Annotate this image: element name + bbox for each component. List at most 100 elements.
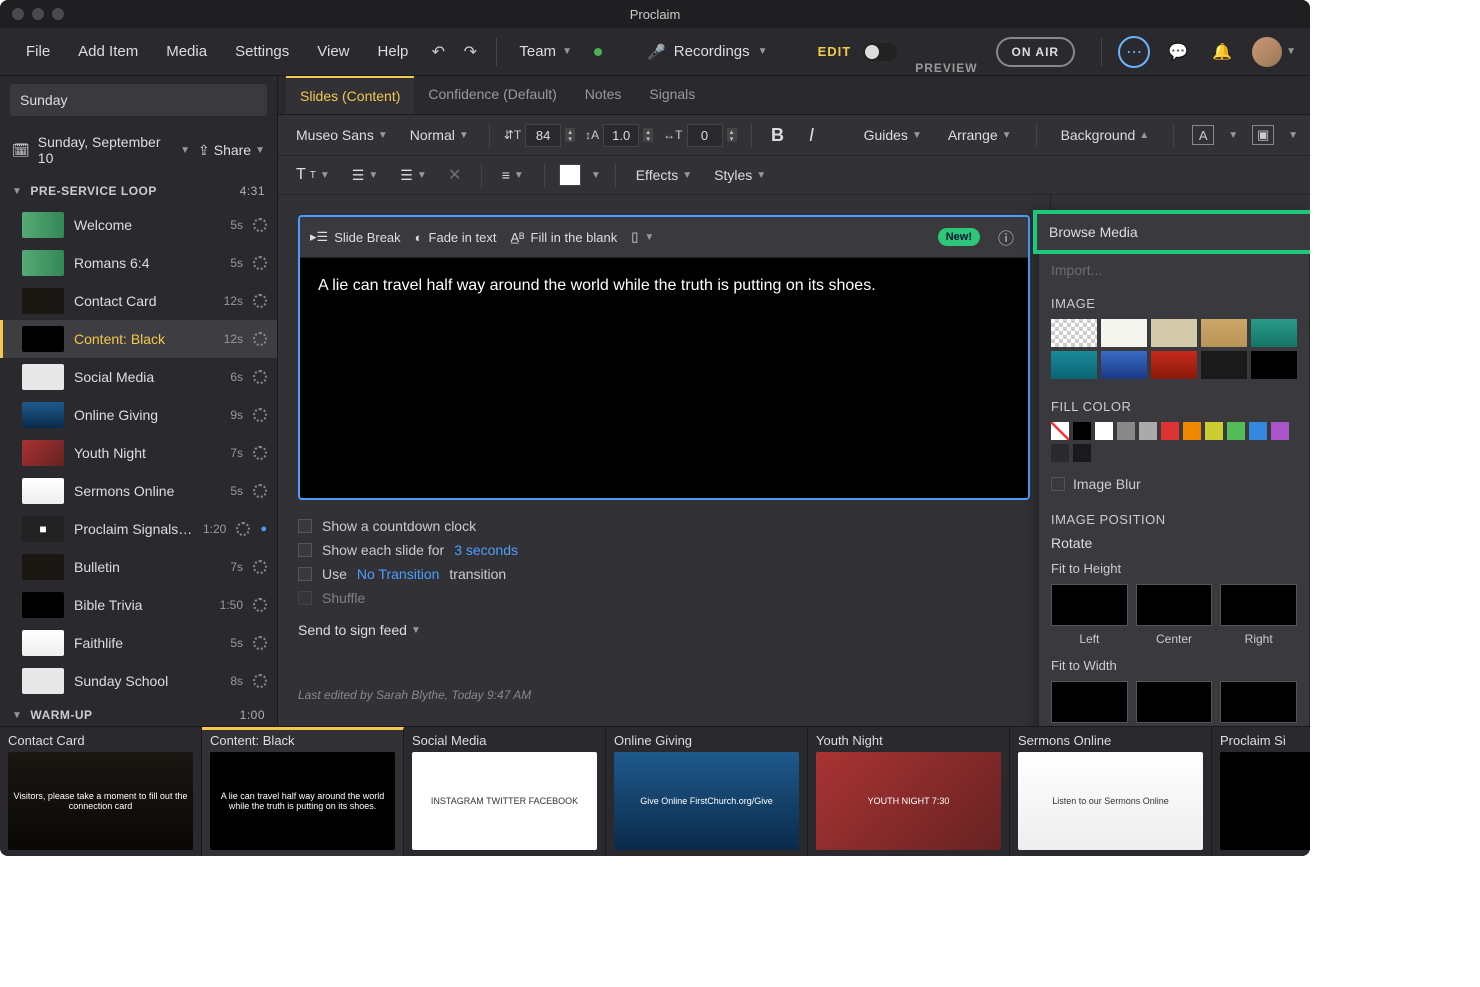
fit-width-bottom[interactable]: Bottom (1220, 681, 1297, 726)
background-dropdown[interactable]: Background ▲ (1055, 123, 1156, 147)
text-style-icon[interactable]: A (1192, 125, 1214, 145)
tracking-stepper[interactable]: ↔T▴▾ (663, 124, 736, 147)
image-swatch-teal[interactable] (1251, 319, 1297, 347)
date-label[interactable]: Sunday, September 10 (38, 134, 172, 166)
close-window-icon[interactable] (12, 8, 24, 20)
fill-blue[interactable] (1249, 422, 1267, 440)
fade-in-button[interactable]: ◐Fade in text (415, 230, 497, 245)
fill-orange[interactable] (1183, 422, 1201, 440)
bullet-list-dropdown[interactable]: ☰ ▼ (346, 163, 384, 188)
fill-green[interactable] (1227, 422, 1245, 440)
fill-dark1[interactable] (1051, 444, 1069, 462)
text-direction-button[interactable]: ▯▼ (631, 229, 654, 245)
image-swatch-black[interactable] (1251, 351, 1297, 379)
image-icon[interactable]: ▣ (1252, 125, 1274, 145)
filmstrip[interactable]: Contact CardVisitors, please take a mome… (0, 726, 1310, 856)
user-avatar[interactable] (1252, 37, 1282, 67)
transition-checkbox[interactable] (298, 567, 312, 581)
calendar-icon[interactable]: 🗓 (12, 142, 30, 159)
filmstrip-item[interactable]: Sermons OnlineListen to our Sermons Onli… (1010, 727, 1212, 856)
slide-item[interactable]: Faithlife5s (0, 624, 277, 662)
guides-dropdown[interactable]: Guides ▼ (858, 123, 928, 147)
minimize-window-icon[interactable] (32, 8, 44, 20)
slide-item[interactable]: Social Media6s (0, 358, 277, 396)
slide-list[interactable]: ▼PRE-SERVICE LOOP4:31Welcome5sRomans 6:4… (0, 176, 277, 726)
transition-link[interactable]: No Transition (357, 566, 439, 582)
fit-width-top[interactable]: Top (1051, 681, 1128, 726)
slide-item[interactable]: Romans 6:45s (0, 244, 277, 282)
import-button[interactable]: Import... (1039, 254, 1309, 286)
image-swatch-beige[interactable] (1151, 319, 1197, 347)
menu-media[interactable]: Media (154, 37, 219, 66)
fit-height-center[interactable]: Center (1136, 584, 1213, 646)
slide-item[interactable]: Online Giving9s (0, 396, 277, 434)
filmstrip-item[interactable]: Social MediaINSTAGRAM TWITTER FACEBOOK (404, 727, 606, 856)
tab-confidence[interactable]: Confidence (Default) (414, 76, 570, 114)
tab-signals[interactable]: Signals (635, 76, 709, 114)
styles-dropdown[interactable]: Styles ▼ (708, 163, 772, 187)
info-icon[interactable]: ⓘ (994, 225, 1018, 249)
fill-gray2[interactable] (1139, 422, 1157, 440)
fill-gray1[interactable] (1117, 422, 1135, 440)
menu-settings[interactable]: Settings (223, 37, 301, 66)
font-size-stepper[interactable]: ⇵T▴▾ (504, 124, 575, 147)
clear-format-icon[interactable]: ✕ (443, 163, 467, 187)
presentation-name-input[interactable] (10, 84, 267, 116)
more-icon[interactable]: ⋯ (1118, 36, 1150, 68)
image-swatch-red[interactable] (1151, 351, 1197, 379)
align-dropdown[interactable]: ≡ ▼ (496, 163, 530, 187)
editor-canvas[interactable]: A lie can travel half way around the wor… (300, 258, 1028, 498)
slide-break-button[interactable]: ▸☰Slide Break (310, 229, 401, 245)
filmstrip-item[interactable]: Proclaim Si (1212, 727, 1310, 856)
chat-icon[interactable]: 💬 (1162, 36, 1194, 68)
effects-dropdown[interactable]: Effects ▼ (630, 163, 698, 187)
italic-button[interactable]: I (800, 123, 824, 147)
browse-media-button[interactable]: Browse Media (1033, 210, 1310, 254)
slide-item[interactable]: Welcome5s (0, 206, 277, 244)
countdown-checkbox[interactable] (298, 519, 312, 533)
fit-width-center[interactable]: Center (1136, 681, 1213, 726)
fill-black[interactable] (1073, 422, 1091, 440)
seconds-link[interactable]: 3 seconds (454, 542, 518, 558)
team-dropdown[interactable]: Team ▼ (509, 37, 582, 66)
fill-dark2[interactable] (1073, 444, 1091, 462)
tab-notes[interactable]: Notes (571, 76, 636, 114)
onair-button[interactable]: ON AIR (996, 37, 1076, 67)
fill-white[interactable] (1095, 422, 1113, 440)
chevron-down-icon[interactable]: ▼ (180, 145, 190, 156)
each-slide-checkbox[interactable] (298, 543, 312, 557)
menu-view[interactable]: View (305, 37, 361, 66)
edit-preview-toggle[interactable] (863, 43, 897, 61)
indent-dropdown[interactable]: ☰ ▼ (394, 163, 432, 188)
fill-purple[interactable] (1271, 422, 1289, 440)
slide-item[interactable]: Bible Trivia1:50 (0, 586, 277, 624)
arrange-dropdown[interactable]: Arrange ▼ (942, 123, 1018, 147)
image-swatch-cyan[interactable] (1051, 351, 1097, 379)
slide-item[interactable]: Sunday School8s (0, 662, 277, 700)
section-header[interactable]: ▼PRE-SERVICE LOOP4:31 (0, 176, 277, 206)
undo-icon[interactable]: ↶ (424, 38, 452, 66)
bell-icon[interactable]: 🔔 (1206, 36, 1238, 68)
send-feed-dropdown[interactable]: Send to sign feed ▼ (298, 622, 1030, 638)
image-swatch-parchment[interactable] (1201, 319, 1247, 347)
slide-item[interactable]: Youth Night7s (0, 434, 277, 472)
fit-height-left[interactable]: Left (1051, 584, 1128, 646)
slide-item[interactable]: Content: Black12s (0, 320, 277, 358)
maximize-window-icon[interactable] (52, 8, 64, 20)
image-swatch-dark[interactable] (1201, 351, 1247, 379)
text-transform-dropdown[interactable]: TT ▼ (290, 162, 336, 188)
text-color-swatch[interactable] (559, 164, 581, 186)
slide-item[interactable]: ■Proclaim Signals - Ge…1:20● (0, 510, 277, 548)
image-blur-checkbox[interactable] (1051, 477, 1065, 491)
image-swatch-white[interactable] (1101, 319, 1147, 347)
menu-add-item[interactable]: Add Item (66, 37, 150, 66)
tab-slides[interactable]: Slides (Content) (286, 76, 414, 114)
filmstrip-item[interactable]: Online GivingGive Online FirstChurch.org… (606, 727, 808, 856)
avatar-chevron-icon[interactable]: ▼ (1286, 46, 1296, 57)
menu-help[interactable]: Help (366, 37, 421, 66)
recordings-dropdown[interactable]: 🎤 Recordings ▼ (635, 37, 779, 67)
font-weight-select[interactable]: Normal ▼ (404, 123, 475, 147)
filmstrip-item[interactable]: Contact CardVisitors, please take a mome… (0, 727, 202, 856)
section-header[interactable]: ▼WARM-UP1:00 (0, 700, 277, 726)
shuffle-checkbox[interactable] (298, 591, 312, 605)
